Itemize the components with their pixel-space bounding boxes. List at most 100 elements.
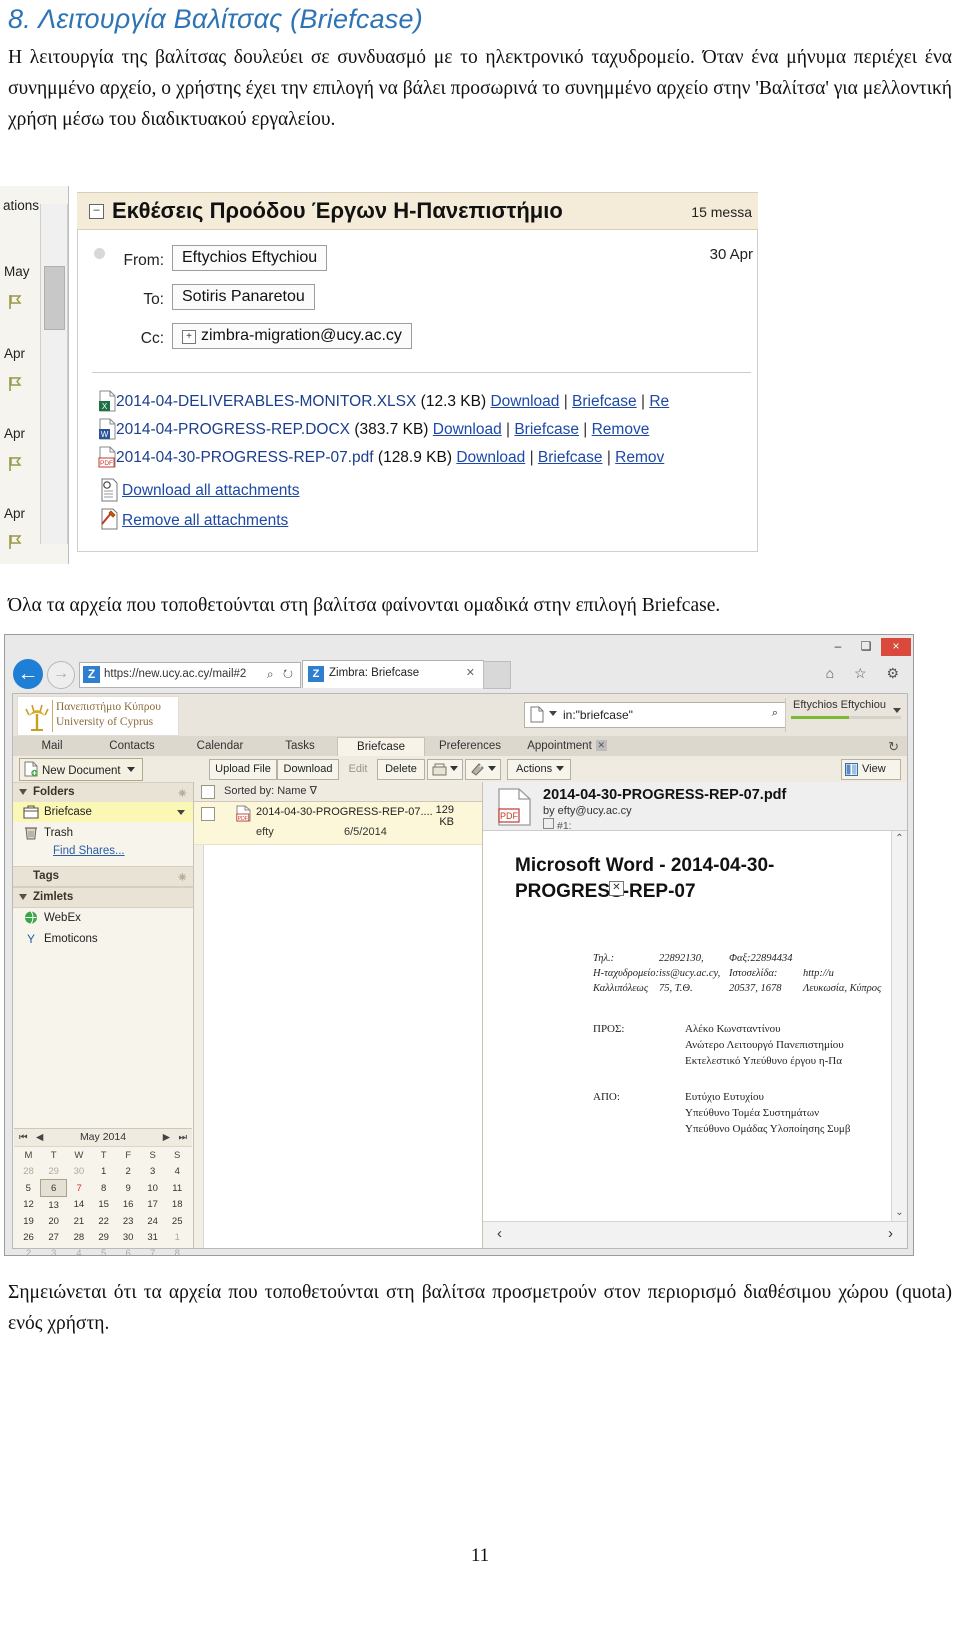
folders-section-header[interactable]: Folders ✷ xyxy=(13,782,193,803)
find-shares-link[interactable]: Find Shares... xyxy=(53,845,125,857)
new-tab-button[interactable] xyxy=(483,661,511,689)
gear-icon[interactable]: ✷ xyxy=(178,869,187,888)
calendar-day[interactable]: 8 xyxy=(165,1245,190,1256)
back-button[interactable]: ← xyxy=(13,659,43,689)
account-name[interactable]: Eftychios Eftychiou xyxy=(793,699,886,711)
next-page-icon[interactable]: › xyxy=(888,1225,893,1242)
calendar-day[interactable]: 29 xyxy=(91,1229,116,1245)
view-button[interactable]: View xyxy=(841,759,901,780)
calendar-day[interactable]: 8 xyxy=(91,1180,116,1197)
sort-caret-icon[interactable]: ∇ xyxy=(310,785,317,797)
sidebar-item-briefcase[interactable]: Briefcase xyxy=(13,802,193,822)
collapse-icon[interactable]: – xyxy=(89,204,104,219)
scrollbar-thumb[interactable] xyxy=(44,266,65,330)
remove-link[interactable]: Re xyxy=(649,393,669,410)
download-link[interactable]: Download xyxy=(490,393,559,410)
calendar-day[interactable]: 29 xyxy=(41,1163,66,1180)
scroll-up-icon[interactable]: ⌃ xyxy=(894,833,905,845)
chevron-down-icon[interactable] xyxy=(549,711,557,716)
calendar-day[interactable]: 5 xyxy=(91,1245,116,1256)
list-scrollbar[interactable] xyxy=(194,782,204,1248)
calendar-day[interactable]: 28 xyxy=(66,1229,91,1245)
search-bar[interactable]: in:"briefcase" ⌕ xyxy=(524,702,786,728)
tab-calendar[interactable]: Calendar xyxy=(177,737,263,756)
calendar-day[interactable]: 16 xyxy=(116,1197,141,1214)
briefcase-link[interactable]: Briefcase xyxy=(538,449,603,466)
tab-close-icon[interactable]: ✕ xyxy=(466,666,475,679)
tab-preferences[interactable]: Preferences xyxy=(425,737,515,756)
calendar-day[interactable]: 5 xyxy=(16,1180,41,1197)
calendar-day[interactable]: 6 xyxy=(40,1179,67,1197)
calendar-day[interactable]: 21 xyxy=(66,1213,91,1229)
close-button[interactable]: × xyxy=(881,638,911,656)
tab-tasks[interactable]: Tasks xyxy=(265,737,335,756)
calendar-day[interactable]: 22 xyxy=(91,1213,116,1229)
calendar-day[interactable]: 12 xyxy=(16,1197,41,1214)
chevron-down-icon[interactable] xyxy=(488,766,496,771)
tags-section-header[interactable]: Tags ✷ xyxy=(13,866,193,887)
mail-list-scrollbar[interactable] xyxy=(40,204,68,544)
minimize-button[interactable]: – xyxy=(825,638,851,656)
chevron-down-icon[interactable] xyxy=(19,894,27,900)
tab-briefcase[interactable]: Briefcase xyxy=(337,737,425,757)
browser-toolbar-icons[interactable]: ⌂ ☆ ⚙ xyxy=(826,665,907,682)
row-checkbox[interactable] xyxy=(201,807,215,821)
close-icon[interactable]: ✕ xyxy=(595,740,607,751)
expand-icon[interactable]: + xyxy=(182,330,196,344)
calendar-first-button[interactable]: ⏮ xyxy=(19,1129,28,1146)
calendar-last-button[interactable]: ⏭ xyxy=(178,1129,187,1146)
calendar-day[interactable]: 14 xyxy=(66,1197,91,1214)
calendar-day[interactable]: 7 xyxy=(66,1180,91,1197)
calendar-prev-button[interactable]: ◀ xyxy=(36,1129,43,1146)
calendar-day[interactable]: 15 xyxy=(91,1197,116,1214)
briefcase-link[interactable]: Briefcase xyxy=(572,393,637,410)
zimlet-emoticons[interactable]: Y Emoticons xyxy=(13,929,193,949)
delete-button[interactable]: Delete xyxy=(377,759,425,780)
calendar-day[interactable]: 4 xyxy=(165,1163,190,1180)
calendar-day[interactable]: 20 xyxy=(41,1213,66,1229)
chevron-down-icon[interactable] xyxy=(19,789,27,795)
calendar-day[interactable]: 23 xyxy=(116,1213,141,1229)
search-input[interactable]: in:"briefcase" xyxy=(563,708,633,722)
download-link[interactable]: Download xyxy=(433,421,502,438)
calendar-day[interactable]: 1 xyxy=(165,1229,190,1245)
calendar-days[interactable]: 28 29 30 1 2 3 4 5 6 7 8 9 10 11 12 13 14 15 16 17 18 19 20 21 2… xyxy=(16,1163,190,1256)
cc-value[interactable]: + zimbra-migration@ucy.ac.cy xyxy=(172,323,412,349)
calendar-day[interactable]: 31 xyxy=(140,1229,165,1245)
calendar-day[interactable]: 6 xyxy=(116,1245,141,1256)
calendar-day[interactable]: 18 xyxy=(165,1197,190,1214)
chevron-down-icon[interactable] xyxy=(127,767,135,772)
remove-link[interactable]: Remov xyxy=(615,449,664,466)
address-bar[interactable]: Z https://new.ucy.ac.cy/mail#2 ⌕ ↻ xyxy=(79,662,301,688)
list-header[interactable]: Sorted by: Name ∇ xyxy=(194,782,482,802)
remove-all-attachments-link[interactable]: Remove all attachments xyxy=(122,512,288,530)
calendar-day[interactable]: 24 xyxy=(140,1213,165,1229)
zimlet-webex[interactable]: WebEx xyxy=(13,908,193,928)
account-chevron-down-icon[interactable] xyxy=(893,708,901,713)
calendar-day[interactable]: 28 xyxy=(16,1163,41,1180)
list-item[interactable]: PDF 2014-04-30-PROGRESS-REP-07.... 129 K… xyxy=(194,802,482,845)
actions-button[interactable]: Actions xyxy=(507,759,571,780)
calendar-day[interactable]: 10 xyxy=(140,1180,165,1197)
pdf-scrollbar[interactable]: ⌃ ⌄ xyxy=(891,831,907,1221)
briefcase-link[interactable]: Briefcase xyxy=(514,421,579,438)
to-value[interactable]: Sotiris Panaretou xyxy=(172,284,315,310)
calendar-day[interactable]: 3 xyxy=(41,1245,66,1256)
maximize-button[interactable]: ❑ xyxy=(853,638,879,656)
tab-appointment[interactable]: Appointment ✕ xyxy=(517,737,617,756)
calendar-day[interactable]: 11 xyxy=(165,1180,190,1197)
download-button[interactable]: Download xyxy=(277,759,339,780)
calendar-day[interactable]: 25 xyxy=(165,1213,190,1229)
calendar-day[interactable]: 27 xyxy=(41,1229,66,1245)
chevron-down-icon[interactable] xyxy=(556,766,564,771)
refresh-icon[interactable]: ↻ xyxy=(888,739,899,755)
download-all-attachments-link[interactable]: Download all attachments xyxy=(122,482,300,500)
calendar-day[interactable]: 13 xyxy=(41,1197,66,1214)
from-value[interactable]: Eftychios Eftychiou xyxy=(172,245,328,271)
chevron-down-icon[interactable] xyxy=(177,810,185,815)
calendar-next-button[interactable]: ▶ xyxy=(163,1129,170,1146)
browser-tab[interactable]: Z Zimbra: Briefcase ✕ xyxy=(302,660,484,688)
calendar-day[interactable]: 30 xyxy=(66,1163,91,1180)
sort-label[interactable]: Sorted by: Name ∇ xyxy=(224,782,317,801)
search-type-icon[interactable] xyxy=(530,706,544,723)
